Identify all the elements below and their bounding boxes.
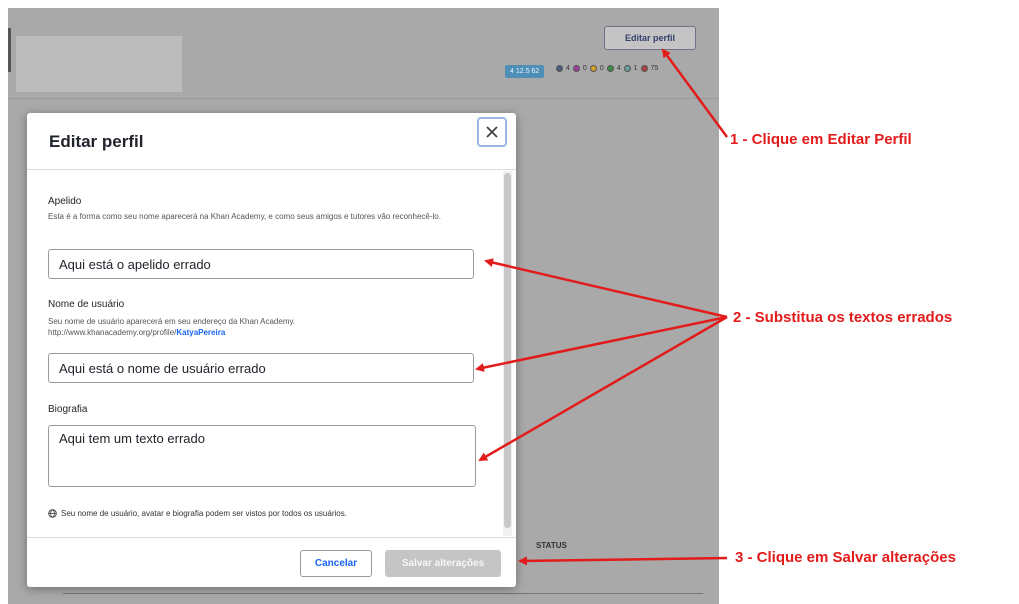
arrow-step1 (661, 48, 729, 138)
arrow-step2-bio (478, 315, 728, 462)
arrow-step2-username (475, 315, 728, 372)
arrow-step2-nickname (484, 258, 728, 319)
annotation-step1: 1 - Clique em Editar Perfil (730, 131, 912, 148)
annotation-arrows (475, 48, 729, 566)
arrow-step3 (518, 556, 728, 566)
annotation-step3: 3 - Clique em Salvar alterações (735, 549, 956, 566)
annotation-step2: 2 - Substitua os textos errados (733, 309, 953, 326)
